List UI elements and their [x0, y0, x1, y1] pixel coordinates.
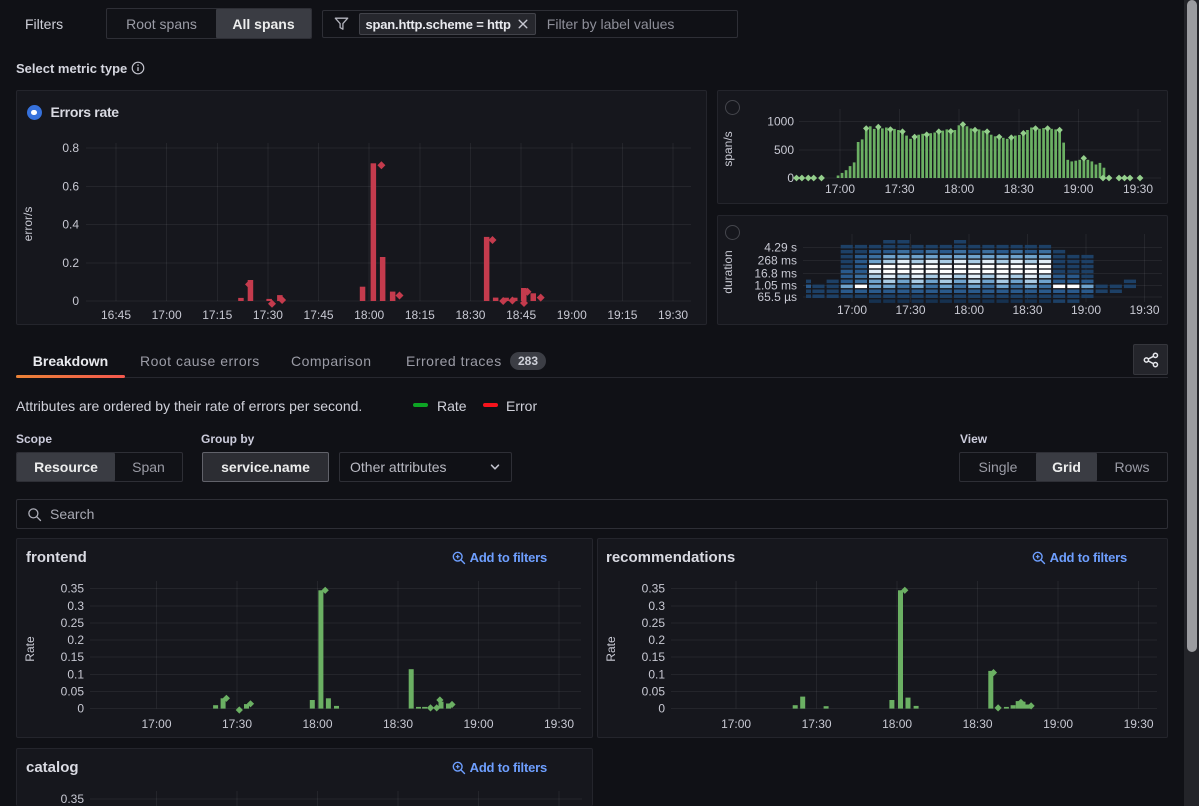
- svg-text:16:45: 16:45: [101, 308, 131, 322]
- svg-text:0.05: 0.05: [61, 684, 85, 698]
- svg-text:500: 500: [774, 143, 794, 157]
- svg-text:0.2: 0.2: [62, 256, 79, 270]
- svg-text:0.8: 0.8: [62, 141, 79, 155]
- svg-text:0.35: 0.35: [642, 582, 666, 596]
- svg-text:17:30: 17:30: [895, 303, 925, 317]
- svg-text:0: 0: [658, 702, 665, 716]
- svg-text:17:00: 17:00: [837, 303, 867, 317]
- svg-text:0.35: 0.35: [61, 792, 85, 806]
- svg-text:18:45: 18:45: [506, 308, 536, 322]
- svg-text:0.05: 0.05: [642, 684, 666, 698]
- svg-text:duration: duration: [721, 250, 735, 293]
- svg-text:0.3: 0.3: [648, 599, 665, 613]
- svg-text:19:30: 19:30: [1123, 182, 1153, 196]
- svg-text:0.2: 0.2: [648, 633, 665, 647]
- svg-text:17:45: 17:45: [304, 308, 334, 322]
- svg-text:18:00: 18:00: [354, 308, 384, 322]
- svg-text:18:00: 18:00: [882, 717, 912, 731]
- svg-text:0.4: 0.4: [62, 218, 79, 232]
- svg-text:0.1: 0.1: [648, 667, 665, 681]
- svg-text:19:30: 19:30: [1129, 303, 1159, 317]
- svg-text:error/s: error/s: [21, 207, 35, 242]
- svg-text:0.25: 0.25: [61, 616, 85, 630]
- svg-text:17:00: 17:00: [141, 717, 171, 731]
- svg-text:17:30: 17:30: [802, 717, 832, 731]
- svg-text:19:30: 19:30: [658, 308, 688, 322]
- svg-text:Rate: Rate: [604, 636, 618, 662]
- svg-text:4.29 s: 4.29 s: [764, 240, 797, 254]
- svg-text:18:00: 18:00: [954, 303, 984, 317]
- svg-text:18:30: 18:30: [455, 308, 485, 322]
- svg-text:span/s: span/s: [721, 131, 735, 166]
- svg-text:0.15: 0.15: [61, 650, 85, 664]
- svg-text:0: 0: [77, 702, 84, 716]
- svg-text:17:30: 17:30: [885, 182, 915, 196]
- svg-text:19:30: 19:30: [1124, 717, 1154, 731]
- svg-text:18:30: 18:30: [383, 717, 413, 731]
- svg-text:18:30: 18:30: [1004, 182, 1034, 196]
- svg-text:19:00: 19:00: [557, 308, 587, 322]
- svg-text:19:30: 19:30: [544, 717, 574, 731]
- svg-text:19:00: 19:00: [1043, 717, 1073, 731]
- svg-text:17:15: 17:15: [202, 308, 232, 322]
- svg-text:18:30: 18:30: [963, 717, 993, 731]
- svg-text:19:15: 19:15: [607, 308, 637, 322]
- svg-text:17:00: 17:00: [825, 182, 855, 196]
- svg-text:0.2: 0.2: [67, 633, 84, 647]
- svg-text:268 ms: 268 ms: [758, 253, 797, 267]
- svg-text:17:00: 17:00: [721, 717, 751, 731]
- svg-text:18:15: 18:15: [405, 308, 435, 322]
- svg-text:0.3: 0.3: [67, 599, 84, 613]
- svg-text:Rate: Rate: [23, 636, 37, 662]
- svg-text:0: 0: [72, 294, 79, 308]
- svg-text:18:00: 18:00: [302, 717, 332, 731]
- svg-text:0.6: 0.6: [62, 179, 79, 193]
- svg-text:0.35: 0.35: [61, 582, 85, 596]
- svg-text:18:00: 18:00: [944, 182, 974, 196]
- svg-text:18:30: 18:30: [1012, 303, 1042, 317]
- svg-text:0.15: 0.15: [642, 650, 666, 664]
- svg-text:19:00: 19:00: [1071, 303, 1101, 317]
- svg-text:19:00: 19:00: [1063, 182, 1093, 196]
- svg-text:65.5 µs: 65.5 µs: [757, 290, 797, 304]
- svg-text:0.25: 0.25: [642, 616, 666, 630]
- svg-text:1000: 1000: [767, 115, 794, 129]
- svg-text:17:00: 17:00: [152, 308, 182, 322]
- svg-text:0.1: 0.1: [67, 667, 84, 681]
- svg-text:17:30: 17:30: [222, 717, 252, 731]
- svg-text:19:00: 19:00: [463, 717, 493, 731]
- svg-text:17:30: 17:30: [253, 308, 283, 322]
